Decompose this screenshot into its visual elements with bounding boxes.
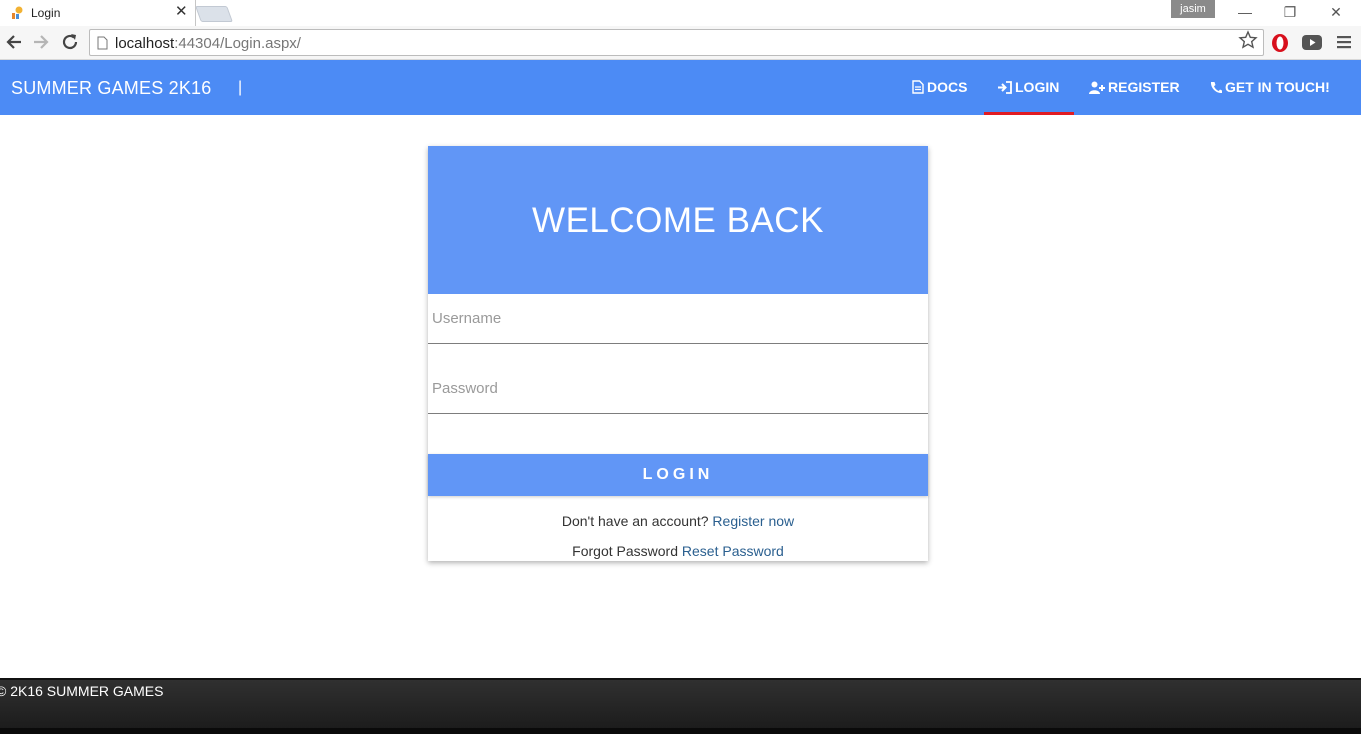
site-brand[interactable]: SUMMER GAMES 2K16 [11,78,211,99]
nav-item-register[interactable]: REGISTER [1089,60,1180,115]
address-bar[interactable]: localhost:44304/Login.aspx/ [89,29,1264,56]
login-button[interactable]: LOGIN [428,454,928,496]
site-navbar: SUMMER GAMES 2K16 | DOCS LOGIN REGISTER … [0,60,1361,115]
browser-tabstrip: Login ✕ jasim — ❐ ✕ [0,0,1361,26]
nav-item-label: GET IN TOUCH! [1225,79,1330,95]
close-window-icon[interactable]: ✕ [1313,0,1359,24]
browser-toolbar: localhost:44304/Login.aspx/ [0,26,1361,60]
brand-separator: | [238,79,243,96]
reload-icon[interactable] [59,31,81,53]
url-path: :44304/Login.aspx/ [174,35,301,52]
browser-tab[interactable]: Login ✕ [0,0,196,26]
new-tab-button[interactable] [195,6,233,22]
url-host: localhost [115,35,175,52]
phone-icon [1210,82,1222,94]
nav-item-label: LOGIN [1015,79,1060,95]
browser-menu-icon[interactable] [1336,34,1352,50]
login-title: WELCOME BACK [532,201,824,240]
forgot-line: Forgot Password Reset Password [428,543,928,559]
register-now-link[interactable]: Register now [712,513,794,529]
footer-copyright: © 2K16 SUMMER GAMES [0,683,164,699]
sign-in-icon [998,81,1012,94]
back-arrow-icon[interactable] [3,31,25,53]
restore-icon[interactable]: ❐ [1267,0,1313,24]
favicon-icon [12,6,23,19]
site-footer: © 2K16 SUMMER GAMES [0,678,1361,734]
nav-item-contact[interactable]: GET IN TOUCH! [1210,60,1330,115]
bookmark-star-icon[interactable] [1238,30,1258,50]
nav-item-login[interactable]: LOGIN [984,60,1074,115]
tab-title: Login [31,6,61,20]
file-icon [912,80,924,94]
nav-item-docs[interactable]: DOCS [912,60,967,115]
url-text: localhost:44304/Login.aspx/ [115,35,301,52]
login-card-header: WELCOME BACK [428,146,928,294]
forward-arrow-icon[interactable] [30,31,52,53]
footer-bottom-bar [0,728,1361,734]
username-input[interactable] [428,294,928,344]
opera-extension-icon[interactable] [1270,33,1290,53]
nav-item-label: REGISTER [1108,79,1180,95]
login-card: WELCOME BACK LOGIN Don't have an account… [428,146,928,561]
nav-item-label: DOCS [927,79,968,95]
minimize-icon[interactable]: — [1222,0,1268,24]
page-icon [97,36,108,50]
reset-password-link[interactable]: Reset Password [682,543,784,559]
password-input[interactable] [428,364,928,414]
profile-badge[interactable]: jasim [1171,0,1215,18]
youtube-extension-icon[interactable] [1301,34,1323,51]
forgot-prompt: Forgot Password [572,543,678,559]
user-plus-icon [1089,81,1105,94]
register-line: Don't have an account? Register now [428,513,928,529]
register-prompt: Don't have an account? [561,513,709,529]
close-tab-icon[interactable]: ✕ [175,3,188,21]
